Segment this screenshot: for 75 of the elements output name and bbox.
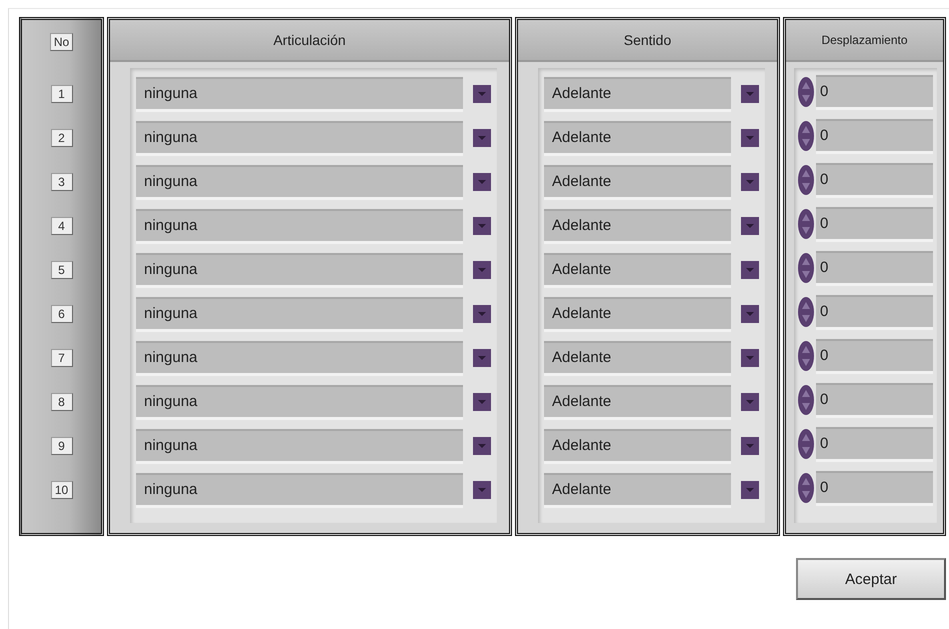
spinner-icon[interactable] xyxy=(798,77,814,107)
dropdown-button[interactable] xyxy=(473,349,491,367)
dropdown-button[interactable] xyxy=(741,173,759,191)
dropdown-button[interactable] xyxy=(473,305,491,323)
number-field[interactable]: 0 xyxy=(816,206,933,242)
dropdown-field[interactable]: ninguna xyxy=(136,164,463,200)
column-header: Sentido xyxy=(518,20,777,62)
number-field[interactable]: 0 xyxy=(816,470,933,506)
column-header: Articulación xyxy=(110,20,509,62)
dropdown-button[interactable] xyxy=(473,173,491,191)
dropdown-button[interactable] xyxy=(741,393,759,411)
dropdown-field[interactable]: ninguna xyxy=(136,340,463,376)
spinner-icon[interactable] xyxy=(798,297,814,327)
column-header: Desplazamiento xyxy=(786,20,943,62)
row-number: 8 xyxy=(50,393,72,411)
spinner-icon[interactable] xyxy=(798,385,814,415)
spinner-icon[interactable] xyxy=(798,165,814,195)
row-number: 4 xyxy=(50,217,72,235)
number-field[interactable]: 0 xyxy=(816,426,933,462)
dropdown-field[interactable]: Adelante xyxy=(544,120,731,156)
spinner-icon[interactable] xyxy=(798,253,814,283)
dropdown-field[interactable]: ninguna xyxy=(136,384,463,420)
spinner-icon[interactable] xyxy=(798,341,814,371)
dropdown-field[interactable]: Adelante xyxy=(544,164,731,200)
dropdown-field[interactable]: ninguna xyxy=(136,252,463,288)
dropdown-field[interactable]: Adelante xyxy=(544,76,731,112)
dropdown-field[interactable]: ninguna xyxy=(136,296,463,332)
dropdown-button[interactable] xyxy=(473,481,491,499)
dropdown-field[interactable]: Adelante xyxy=(544,208,731,244)
dropdown-button[interactable] xyxy=(741,349,759,367)
dropdown-button[interactable] xyxy=(741,481,759,499)
dropdown-button[interactable] xyxy=(473,85,491,103)
row-number: 2 xyxy=(50,129,72,147)
dropdown-button[interactable] xyxy=(741,217,759,235)
spinner-icon[interactable] xyxy=(798,121,814,151)
row-number: 9 xyxy=(50,437,72,455)
dropdown-field[interactable]: Adelante xyxy=(544,340,731,376)
number-field[interactable]: 0 xyxy=(816,294,933,330)
number-field[interactable]: 0 xyxy=(816,162,933,198)
dropdown-button[interactable] xyxy=(473,129,491,147)
number-field[interactable]: 0 xyxy=(816,74,933,110)
dropdown-button[interactable] xyxy=(741,129,759,147)
row-number: 5 xyxy=(50,261,72,279)
spinner-icon[interactable] xyxy=(798,473,814,503)
dropdown-button[interactable] xyxy=(473,437,491,455)
number-field[interactable]: 0 xyxy=(816,338,933,374)
row-number: 10 xyxy=(50,481,72,499)
dropdown-button[interactable] xyxy=(473,217,491,235)
accept-button[interactable]: Aceptar xyxy=(796,558,946,600)
number-field[interactable]: 0 xyxy=(816,250,933,286)
dropdown-field[interactable]: Adelante xyxy=(544,296,731,332)
dropdown-field[interactable]: ninguna xyxy=(136,472,463,508)
spinner-icon[interactable] xyxy=(798,209,814,239)
dropdown-button[interactable] xyxy=(473,261,491,279)
dropdown-field[interactable]: ninguna xyxy=(136,208,463,244)
dropdown-button[interactable] xyxy=(741,305,759,323)
dropdown-field[interactable]: Adelante xyxy=(544,472,731,508)
dropdown-field[interactable]: Adelante xyxy=(544,384,731,420)
dropdown-button[interactable] xyxy=(741,85,759,103)
dropdown-field[interactable]: ninguna xyxy=(136,120,463,156)
dropdown-button[interactable] xyxy=(473,393,491,411)
column-label: No xyxy=(50,33,74,51)
dropdown-field[interactable]: Adelante xyxy=(544,428,731,464)
row-number: 6 xyxy=(50,305,72,323)
dropdown-field[interactable]: ninguna xyxy=(136,76,463,112)
dropdown-button[interactable] xyxy=(741,437,759,455)
dropdown-field[interactable]: ninguna xyxy=(136,428,463,464)
dropdown-button[interactable] xyxy=(741,261,759,279)
row-number: 7 xyxy=(50,349,72,367)
number-field[interactable]: 0 xyxy=(816,118,933,154)
row-number: 1 xyxy=(50,85,72,103)
row-number: 3 xyxy=(50,173,72,191)
dropdown-field[interactable]: Adelante xyxy=(544,252,731,288)
spinner-icon[interactable] xyxy=(798,429,814,459)
number-field[interactable]: 0 xyxy=(816,382,933,418)
